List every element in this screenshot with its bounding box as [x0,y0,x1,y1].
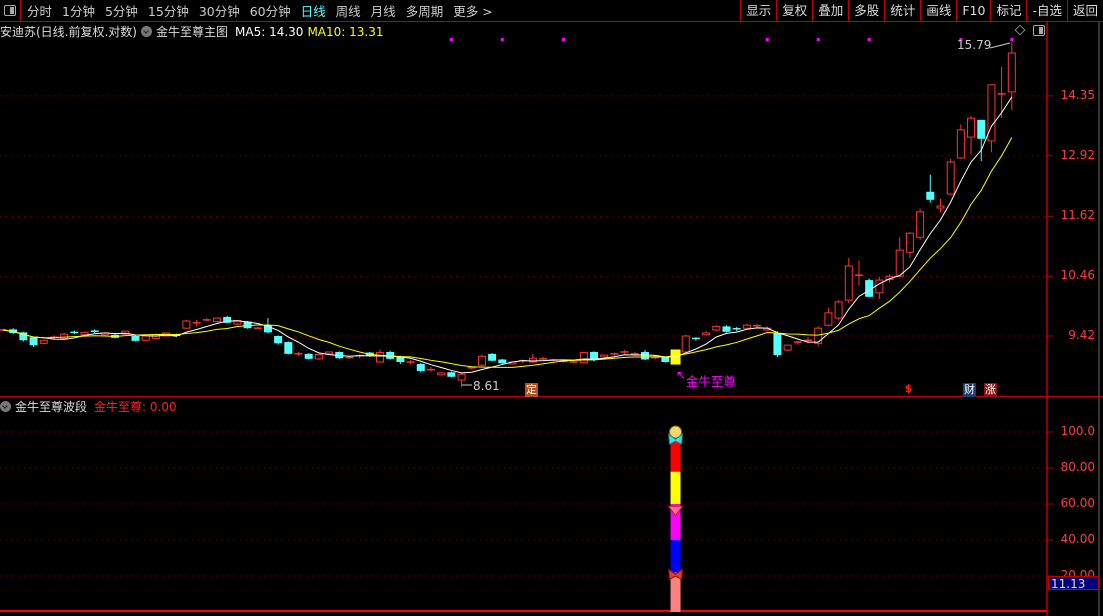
top-signal-dot [867,38,871,41]
price-tick: 14.35 [1060,87,1095,102]
candle-up [916,211,925,238]
candle-up [712,325,721,331]
candle-up [956,129,965,159]
candle-up [702,332,711,336]
candle-down [488,353,497,361]
candle-up [376,352,385,363]
low-price-label: 8.61 [473,379,500,393]
candle-down [661,356,670,363]
high-arrow-icon [989,42,1011,49]
chart-canvas[interactable] [0,0,1103,616]
candle-up [742,324,751,329]
candle-down [722,326,731,332]
sub-tick: 80.00 [1060,460,1095,474]
candle-up [477,355,486,366]
ma10-line [2,137,1013,368]
price-tick: 9.42 [1068,328,1095,342]
sub-indicator-name[interactable]: 金牛至尊波段 [15,398,87,415]
candle-up [80,331,89,336]
candle-up [814,327,823,344]
top-signal-dot [449,38,453,41]
candle-up [212,317,221,323]
cursor-value-box: 11.13 [1048,576,1099,591]
signal-label: 金牛至尊 [686,374,737,389]
band-segment [670,441,681,472]
candle-down [304,353,313,359]
marker-zhang: 涨 [984,383,997,397]
top-signal-dot [816,38,820,41]
sub-tick: 60.00 [1060,496,1095,510]
top-signal-dot [1010,38,1014,41]
candle-up [182,320,191,329]
candle-down [274,336,283,344]
candle-up [437,372,446,376]
candle-up [844,265,853,301]
sub-chart-header: 金牛至尊波段 金牛至尊: 0.00 [0,398,177,415]
candle-up [905,232,914,253]
candle-down [284,342,293,354]
band-segment [670,471,681,504]
band-segment [670,540,681,573]
candle-up [967,117,976,138]
top-signal-dot [765,38,769,41]
candle-up [1007,52,1016,93]
candle-down [640,351,649,360]
price-tick: 12.92 [1060,147,1095,162]
candle-up [314,353,323,360]
candle-down [977,119,986,139]
sub-tick: 40.00 [1060,532,1095,546]
high-price-label: 15.79 [957,38,992,52]
candle-up [141,335,150,341]
marker-cai: 财 [963,383,976,397]
candle-up [875,279,884,294]
candle-down [773,332,782,356]
candle-up [681,335,690,353]
marker-ding: 定 [525,383,538,397]
candle-up [834,301,843,319]
candle-up [579,352,588,364]
candle-up [325,351,334,355]
candle-up [60,333,69,339]
price-tick: 10.46 [1060,268,1095,283]
top-signal-dot [561,38,565,41]
candle-up [783,344,792,351]
candle-down [926,191,935,200]
indicator-dropdown-icon[interactable] [0,401,11,412]
candle-up [39,339,48,344]
candle-up [936,205,945,209]
ma5-line [2,96,1013,374]
signal-arrow-icon: ↖ [676,368,687,382]
price-tick: 11.62 [1060,208,1095,223]
candle-up [824,312,833,326]
top-signal-dot [500,38,504,41]
candle-down [498,359,507,364]
candle-up [457,373,466,381]
candle-up [946,161,955,195]
sub-indicator-value: 金牛至尊: 0.00 [94,400,177,414]
candle-down [447,372,456,377]
candle-down [416,363,425,371]
candle-down [131,336,140,341]
candle-up [600,354,609,358]
sub-tick: 100.0 [1060,424,1095,438]
candle-down [29,337,38,346]
candle-up [895,249,904,277]
marker-dollar: $ [904,382,913,395]
